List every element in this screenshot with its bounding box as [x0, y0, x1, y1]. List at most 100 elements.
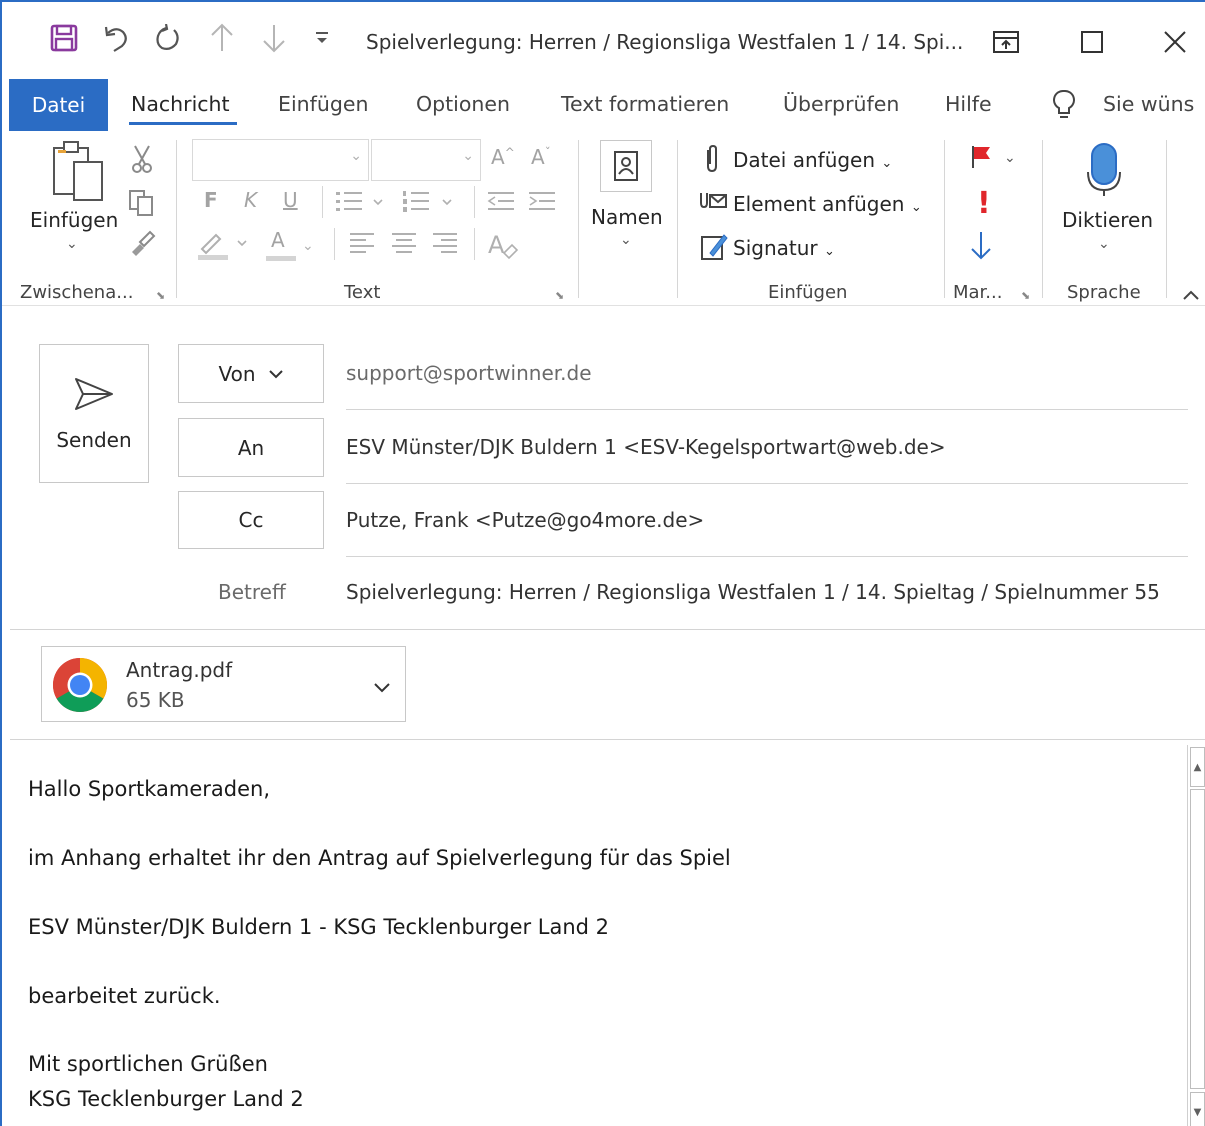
text-launcher-icon[interactable]: ⬊ — [555, 289, 564, 302]
increase-indent-icon[interactable] — [527, 188, 557, 220]
divider — [346, 556, 1188, 557]
highlight-icon[interactable] — [196, 229, 256, 265]
dictate-dropdown-icon[interactable]: ⌄ — [1098, 236, 1110, 252]
from-value[interactable]: support@sportwinner.de — [346, 361, 592, 385]
high-importance-icon[interactable]: ! — [977, 186, 991, 221]
microphone-icon[interactable] — [1086, 142, 1122, 202]
copy-icon[interactable] — [128, 189, 156, 221]
grow-font-icon[interactable]: A^ — [491, 145, 515, 169]
tab-optionen[interactable]: Optionen — [416, 92, 510, 116]
font-color-button[interactable]: A — [271, 228, 285, 252]
scroll-thumb[interactable] — [1190, 789, 1205, 1089]
low-importance-icon[interactable] — [969, 230, 993, 266]
separator — [176, 140, 177, 298]
save-icon[interactable] — [44, 18, 84, 58]
font-name-combo[interactable]: ⌄ — [192, 139, 369, 181]
body-line: Hallo Sportkameraden, — [28, 777, 271, 801]
decrease-indent-icon[interactable] — [486, 188, 516, 220]
clipboard-launcher-icon[interactable]: ⬊ — [156, 289, 165, 302]
separator — [677, 140, 678, 298]
italic-button[interactable]: K — [244, 188, 257, 212]
group-label-clipboard: Zwischena... — [20, 282, 134, 303]
tab-datei[interactable]: Datei — [9, 79, 108, 131]
align-right-icon[interactable] — [431, 230, 459, 262]
shrink-font-icon[interactable]: Aˇ — [531, 145, 551, 169]
paste-dropdown-icon[interactable]: ⌄ — [66, 236, 78, 252]
subject-field[interactable]: Spielverlegung: Herren / Regionsliga Wes… — [346, 580, 1160, 604]
separator — [322, 186, 323, 218]
address-book-icon[interactable] — [600, 140, 652, 192]
clear-formatting-icon[interactable]: A — [486, 229, 520, 265]
ribbon-display-icon[interactable] — [976, 22, 1036, 62]
names-dropdown-icon[interactable]: ⌄ — [620, 232, 632, 248]
body-line: ESV Münster/DJK Buldern 1 - KSG Tecklenb… — [28, 915, 610, 939]
redo-icon[interactable] — [148, 18, 188, 58]
down-arrow-icon[interactable] — [254, 18, 294, 58]
signature-button[interactable]: Signatur ⌄ — [733, 236, 835, 260]
attach-file-button[interactable]: Datei anfügen ⌄ — [733, 148, 892, 172]
tab-hilfe[interactable]: Hilfe — [945, 92, 992, 116]
paste-icon[interactable] — [50, 140, 106, 208]
divider — [346, 409, 1188, 410]
tab-text-formatieren[interactable]: Text formatieren — [561, 92, 729, 116]
tab-ueberpruefen[interactable]: Überprüfen — [783, 92, 899, 116]
bold-button[interactable]: F — [204, 188, 218, 212]
active-tab-indicator — [129, 122, 237, 125]
undo-icon[interactable] — [96, 18, 136, 58]
underline-button[interactable]: U — [283, 188, 298, 212]
collapse-ribbon-icon[interactable] — [1182, 286, 1200, 305]
separator — [578, 140, 579, 298]
divider — [10, 739, 1205, 740]
scroll-up-icon[interactable]: ▲ — [1190, 747, 1205, 787]
align-center-icon[interactable] — [390, 230, 418, 262]
tab-nachricht[interactable]: Nachricht — [131, 92, 230, 116]
lightbulb-icon[interactable] — [1052, 89, 1076, 125]
cc-field[interactable]: Putze, Frank <Putze@go4more.de> — [346, 508, 704, 532]
attach-item-button[interactable]: Element anfügen ⌄ — [733, 192, 922, 216]
numbering-icon[interactable] — [401, 188, 457, 220]
paste-button[interactable]: Einfügen — [30, 208, 118, 232]
separator — [1042, 140, 1043, 298]
close-icon[interactable] — [1145, 22, 1205, 62]
signature-icon[interactable] — [700, 231, 728, 265]
flag-icon[interactable] — [969, 144, 993, 174]
attachment-name: Antrag.pdf — [126, 658, 233, 682]
divider — [10, 629, 1205, 630]
group-label-voice: Sprache — [1067, 282, 1141, 303]
flag-dropdown-icon[interactable]: ⌄ — [1004, 150, 1016, 166]
message-body[interactable]: Hallo Sportkameraden, im Anhang erhaltet… — [10, 745, 1187, 1126]
format-painter-icon[interactable] — [128, 228, 156, 260]
cut-icon[interactable] — [131, 144, 153, 178]
font-size-combo[interactable]: ⌄ — [371, 139, 481, 181]
to-button[interactable]: An — [178, 418, 324, 477]
tags-launcher-icon[interactable]: ⬊ — [1021, 289, 1030, 302]
to-field[interactable]: ESV Münster/DJK Buldern 1 <ESV-Kegelspor… — [346, 435, 946, 459]
up-arrow-icon[interactable] — [202, 18, 242, 58]
chevron-down-icon — [268, 369, 283, 378]
attach-item-icon[interactable] — [697, 189, 729, 219]
attachment-size: 65 KB — [126, 688, 185, 712]
tab-einfuegen[interactable]: Einfügen — [278, 92, 368, 116]
font-color-dropdown-icon[interactable]: ⌄ — [302, 238, 314, 254]
window-title: Spielverlegung: Herren / Regionsliga Wes… — [366, 30, 964, 54]
attachment-menu-icon[interactable] — [373, 679, 391, 698]
tell-me-search[interactable]: Sie wüns — [1103, 92, 1194, 116]
body-line: KSG Tecklenburger Land 2 — [28, 1087, 304, 1111]
names-button[interactable]: Namen — [591, 205, 663, 229]
group-label-text: Text — [344, 282, 381, 303]
attachment-chip[interactable]: Antrag.pdf 65 KB — [41, 646, 406, 722]
separator — [944, 140, 945, 298]
svg-text:A: A — [488, 231, 505, 259]
paperclip-icon[interactable] — [702, 144, 722, 178]
group-label-tags: Mar... — [953, 282, 1003, 303]
bullets-icon[interactable] — [334, 188, 386, 220]
cc-button[interactable]: Cc — [178, 491, 324, 549]
from-button[interactable]: Von — [178, 344, 324, 403]
align-left-icon[interactable] — [348, 230, 376, 262]
customize-icon[interactable] — [304, 18, 340, 58]
maximize-icon[interactable] — [1062, 22, 1122, 62]
scroll-down-icon[interactable]: ▼ — [1190, 1092, 1205, 1126]
send-label: Senden — [56, 427, 132, 452]
send-button[interactable]: Senden — [39, 344, 149, 483]
dictate-button[interactable]: Diktieren — [1062, 208, 1153, 232]
